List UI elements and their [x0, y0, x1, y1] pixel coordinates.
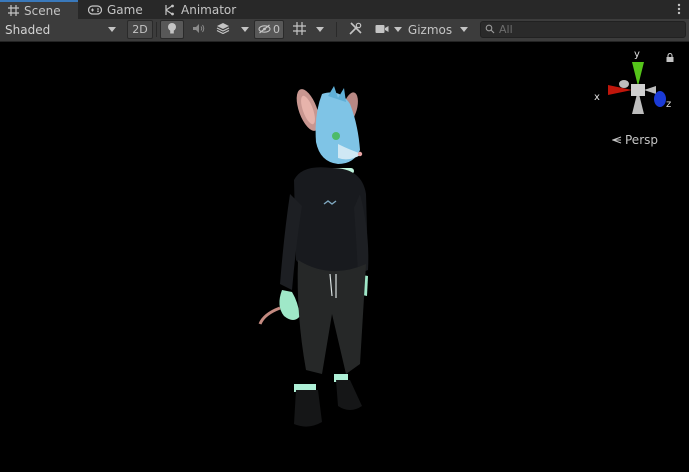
- toggle-2d-button[interactable]: 2D: [127, 20, 153, 39]
- tools-icon: [348, 21, 362, 38]
- axis-y-label: y: [634, 49, 640, 60]
- gizmos-dropdown-icon[interactable]: [460, 27, 468, 32]
- tab-animator-label: Animator: [181, 2, 237, 17]
- shading-mode-label: Shaded: [5, 22, 51, 37]
- tools-button[interactable]: [343, 20, 367, 39]
- animator-icon: [164, 4, 176, 16]
- axis-x-label: x: [594, 92, 600, 103]
- lightbulb-icon: [167, 22, 177, 38]
- projection-toggle[interactable]: Persp: [611, 133, 658, 147]
- scene-toolbar: Shaded 2D 0 Gizmos All: [0, 19, 689, 42]
- grid-dropdown-icon[interactable]: [316, 27, 324, 32]
- tab-game[interactable]: Game: [80, 0, 150, 19]
- camera-button[interactable]: [371, 20, 393, 39]
- effects-toggle-button[interactable]: [211, 20, 235, 39]
- hidden-objects-toggle-button[interactable]: 0: [254, 20, 284, 39]
- toggle-2d-label: 2D: [132, 23, 148, 36]
- lighting-toggle-button[interactable]: [160, 20, 184, 39]
- gizmo-center-cube[interactable]: [631, 84, 645, 96]
- axis-neg-z-cone[interactable]: [619, 80, 629, 88]
- axis-neg-x-cone[interactable]: [644, 86, 656, 94]
- tab-game-label: Game: [107, 2, 143, 17]
- tab-animator[interactable]: Animator: [156, 0, 244, 19]
- tab-scene[interactable]: Scene: [0, 0, 78, 19]
- search-icon: [485, 23, 495, 37]
- grid-icon: [8, 5, 19, 16]
- orientation-gizmo[interactable]: y x z: [588, 48, 672, 128]
- shading-mode-dropdown[interactable]: Shaded: [2, 20, 120, 39]
- window-tab-bar: Scene Game Animator: [0, 0, 689, 20]
- axis-z-cone[interactable]: [654, 91, 666, 107]
- perspective-icon: [611, 133, 622, 147]
- divider: [336, 22, 337, 37]
- camera-dropdown-icon[interactable]: [394, 27, 402, 32]
- audio-toggle-button[interactable]: [186, 20, 210, 39]
- axis-y-cone[interactable]: [632, 62, 644, 86]
- layers-icon: [216, 22, 230, 37]
- effects-dropdown-icon[interactable]: [241, 27, 249, 32]
- tab-scene-label: Scene: [24, 3, 61, 18]
- gamepad-icon: [88, 4, 102, 15]
- chevron-down-icon: [108, 27, 116, 32]
- grid-toggle-button[interactable]: [288, 20, 310, 39]
- gizmos-button[interactable]: Gizmos: [404, 20, 456, 39]
- character-model[interactable]: [250, 84, 380, 444]
- projection-label: Persp: [625, 133, 658, 147]
- divider: [156, 22, 157, 37]
- search-input[interactable]: [499, 23, 669, 36]
- hidden-count-label: 0: [273, 23, 280, 36]
- search-field[interactable]: [480, 21, 686, 38]
- gizmos-label: Gizmos: [407, 22, 453, 37]
- axis-x-cone[interactable]: [608, 85, 632, 95]
- lock-icon[interactable]: [666, 51, 674, 65]
- grid-snap-icon: [292, 21, 306, 38]
- axis-z-label: z: [666, 99, 671, 110]
- more-options-icon[interactable]: [677, 2, 681, 16]
- camera-icon: [375, 23, 389, 37]
- eye-slash-icon: [258, 23, 271, 37]
- speaker-icon: [192, 23, 205, 37]
